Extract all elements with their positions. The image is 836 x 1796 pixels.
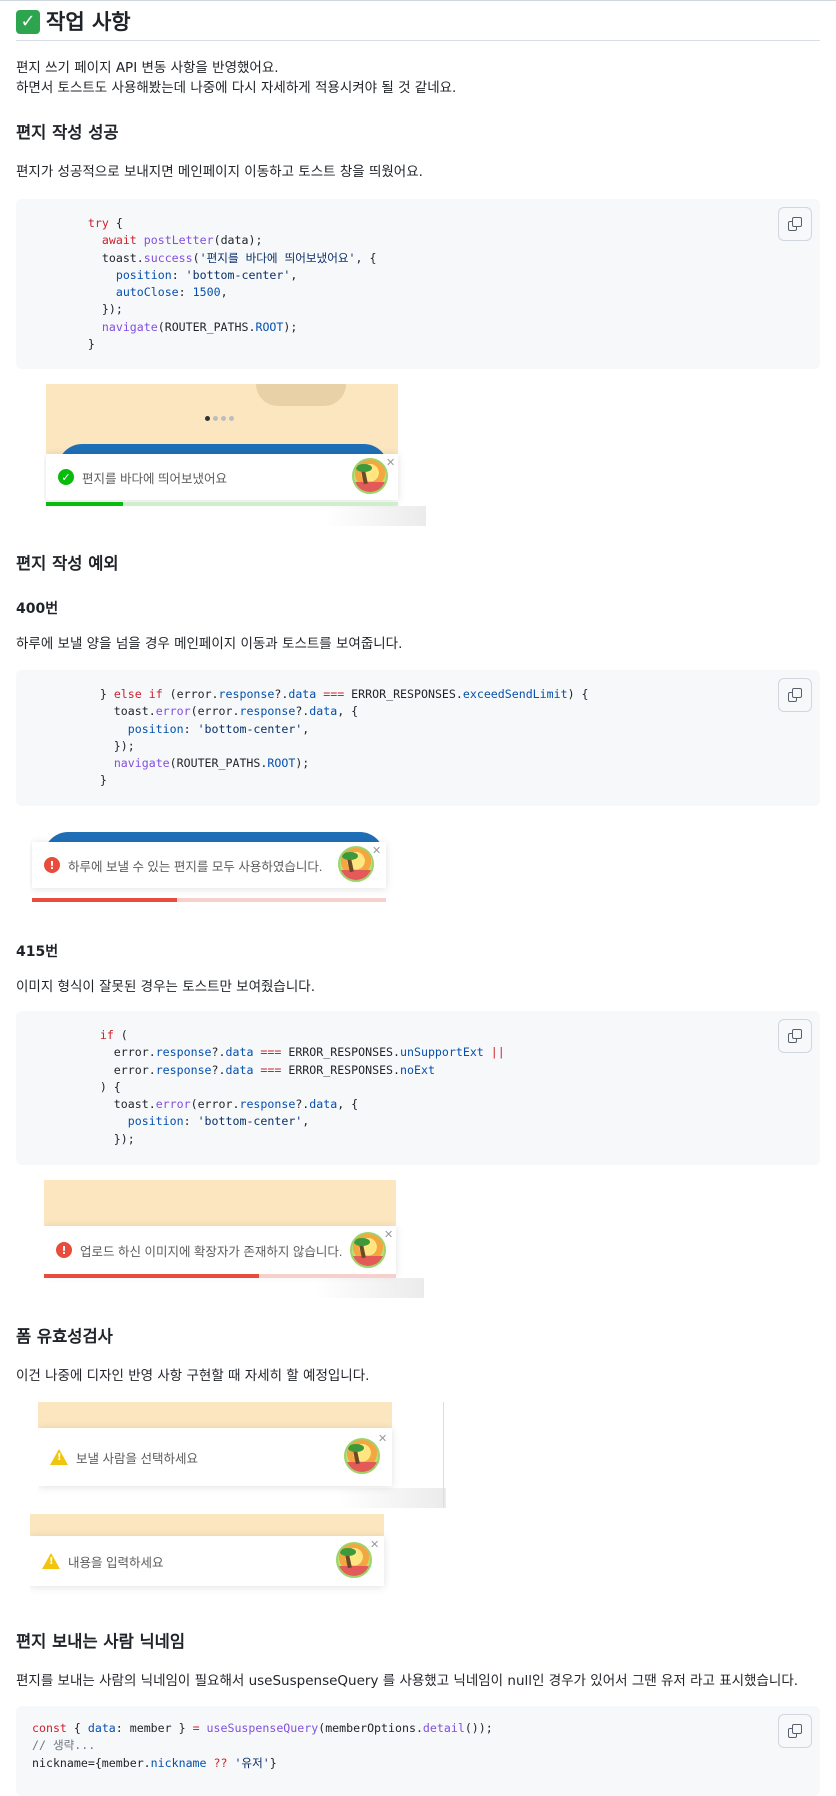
toast-warning-2-text: 내용을 입력하세요 [68,1555,164,1570]
case415-heading: 415번 [16,944,59,960]
error-heading: 편지 작성 예외 [16,554,119,573]
toast-warning-1: ! 보낼 사람을 선택하세요 ✕ [38,1428,392,1486]
success-heading: 편지 작성 성공 [16,123,119,142]
nickname-heading: 편지 보내는 사람 닉네임 [16,1632,186,1651]
section-title: 작업 사항 [46,10,131,34]
shadow [314,1278,424,1298]
validation-heading: 폼 유효성검사 [16,1327,113,1346]
case400-heading: 400번 [16,601,59,617]
screenshot-400-toast: ! 하루에 보낼 수 있는 편지를 모두 사용하였습니다. ✕ [30,822,400,914]
toast-error-400: ! 하루에 보낼 수 있는 편지를 모두 사용하였습니다. ✕ [32,842,386,888]
copy-button[interactable] [778,678,812,712]
check-mark-icon: ✓ [16,10,40,34]
warning-icon: ! [42,1553,60,1569]
progress-fill [46,502,123,506]
toast-error-415: ! 업로드 하신 이미지에 확장자가 존재하지 않습니다. ✕ [44,1226,396,1274]
avatar-icon [344,1438,380,1474]
code-block-success[interactable]: try { await postLetter(data); toast.succ… [16,199,820,369]
avatar-icon [338,846,374,882]
copy-button[interactable] [778,1714,812,1748]
sand-background [38,1402,392,1428]
screenshot-validation-1: ! 보낼 사람을 선택하세요 ✕ [38,1402,446,1508]
code-nickname: const { data: member } = useSuspenseQuer… [32,1721,493,1770]
code-400: } else if (error.response?.data === ERRO… [44,687,589,788]
edge-line [443,1402,444,1508]
close-icon: ✕ [378,1432,388,1445]
progress-fill [32,898,177,902]
toast-warning-2: ! 내용을 입력하세요 ✕ [30,1536,384,1586]
copy-icon [788,1724,802,1738]
sand-background [30,1514,384,1536]
copy-button[interactable] [778,1019,812,1053]
success-desc: 편지가 성공적으로 보내지면 메인페이지 이동하고 토스트 창을 띄웠어요. [16,164,423,180]
progress-fill [44,1274,259,1278]
code-block-415[interactable]: if ( error.response?.data === ERROR_RESP… [16,1011,820,1165]
bottle-illustration [256,384,346,406]
code-block-400[interactable]: } else if (error.response?.data === ERRO… [16,670,820,806]
intro-line-1: 편지 쓰기 페이지 API 변동 사항을 반영했어요. [16,60,279,76]
code-success: try { await postLetter(data); toast.succ… [87,216,377,352]
intro-line-2: 하면서 토스트도 사용해봤는데 나중에 다시 자세하게 적용시켜야 될 것 같네… [16,80,457,96]
toast-warning-1-text: 보낼 사람을 선택하세요 [76,1451,198,1466]
copy-icon [788,1029,802,1043]
code-block-nickname[interactable]: const { data: member } = useSuspenseQuer… [16,1706,820,1796]
shadow [324,506,426,526]
avatar-icon [336,1542,372,1578]
sand-background [44,1180,396,1226]
screenshot-validation-2: ! 내용을 입력하세요 ✕ [30,1514,390,1602]
error-icon: ! [56,1242,72,1258]
code-415: if ( error.response?.data === ERROR_RESP… [99,1028,505,1146]
top-divider [0,0,836,1]
section-heading: ✓ 작업 사항 [16,8,131,36]
validation-desc: 이건 나중에 디자인 반영 사항 구현할 때 자세히 할 예정입니다. [16,1368,370,1384]
heading-rule [16,40,820,41]
carousel-dots [205,416,234,421]
avatar-icon [350,1232,386,1268]
case400-desc: 하루에 보낼 양을 넘을 경우 메인페이지 이동과 토스트를 보여줍니다. [16,636,403,652]
screenshot-415-toast: ! 업로드 하신 이미지에 확장자가 존재하지 않습니다. ✕ [44,1180,424,1298]
copy-icon [788,217,802,231]
error-icon: ! [44,857,60,873]
success-check-icon: ✓ [58,469,74,485]
case415-desc: 이미지 형식이 잘못된 경우는 토스트만 보여줬습니다. [16,979,315,995]
copy-button[interactable] [778,207,812,241]
avatar-icon [352,458,388,494]
toast-415-text: 업로드 하신 이미지에 확장자가 존재하지 않습니다. [80,1244,343,1259]
toast-success-text: 편지를 바다에 띄어보냈어요 [82,471,227,486]
close-icon: ✕ [372,844,382,857]
close-icon: ✕ [370,1538,380,1551]
warning-icon: ! [50,1449,68,1465]
toast-400-text: 하루에 보낼 수 있는 편지를 모두 사용하였습니다. [68,859,323,874]
copy-icon [788,688,802,702]
close-icon: ✕ [384,1228,394,1241]
shadow [338,1488,446,1508]
toast-success: ✓ 편지를 바다에 띄어보냈어요 ✕ [46,454,398,500]
screenshot-success-toast: ✓ 편지를 바다에 띄어보냈어요 ✕ [44,384,426,526]
close-icon: ✕ [386,456,396,469]
nickname-desc: 편지를 보내는 사람의 닉네임이 필요해서 useSuspenseQuery 를… [16,1673,799,1689]
